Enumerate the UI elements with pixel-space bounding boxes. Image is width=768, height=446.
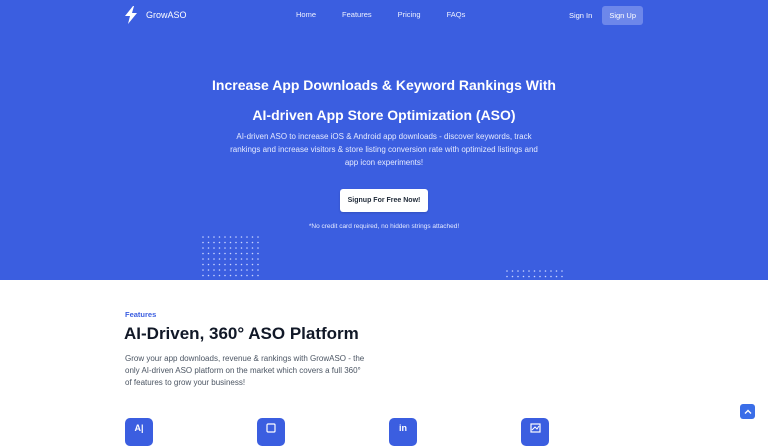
no-credit-card-note: *No credit card required, no hidden stri…: [308, 223, 460, 230]
sign-up-button[interactable]: Sign Up: [602, 6, 643, 25]
decorative-dots-left: [202, 236, 259, 277]
sign-in-link[interactable]: Sign In: [569, 11, 592, 20]
hero-section: GrowASO Home Features Pricing FAQs Sign …: [0, 0, 768, 280]
brand-logo[interactable]: GrowASO: [124, 6, 187, 24]
hero-title-line1: Increase App Downloads & Keyword Ranking…: [212, 77, 556, 93]
top-navigation: GrowASO Home Features Pricing FAQs Sign …: [0, 0, 768, 30]
listing-icon: [257, 418, 285, 446]
hero-title: Increase App Downloads & Keyword Ranking…: [0, 74, 768, 126]
nav-link-pricing[interactable]: Pricing: [398, 10, 421, 19]
signup-free-button[interactable]: Signup For Free Now!: [340, 189, 428, 212]
hero-description: AI-driven ASO to increase iOS & Android …: [230, 132, 538, 167]
ai-icon: A|: [125, 418, 153, 446]
features-section-label: Features: [125, 310, 157, 319]
features-title: AI-Driven, 360° ASO Platform: [124, 324, 359, 343]
nav-link-features[interactable]: Features: [342, 10, 372, 19]
brand-name: GrowASO: [146, 10, 187, 20]
features-description: Grow your app downloads, revenue & ranki…: [125, 354, 365, 387]
nav-link-faqs[interactable]: FAQs: [447, 10, 466, 19]
auth-actions: Sign In Sign Up: [569, 6, 643, 25]
chevron-up-icon: [744, 409, 751, 414]
chart-icon: [521, 418, 549, 446]
linkedin-style-icon: in: [389, 418, 417, 446]
hero-title-line2: AI-driven App Store Optimization (ASO): [252, 107, 516, 123]
nav-links: Home Features Pricing FAQs: [296, 10, 491, 19]
scroll-to-top-button[interactable]: [740, 404, 755, 419]
lightning-bolt-icon: [125, 6, 137, 24]
decorative-dots-right: [506, 270, 563, 278]
nav-link-home[interactable]: Home: [296, 10, 316, 19]
